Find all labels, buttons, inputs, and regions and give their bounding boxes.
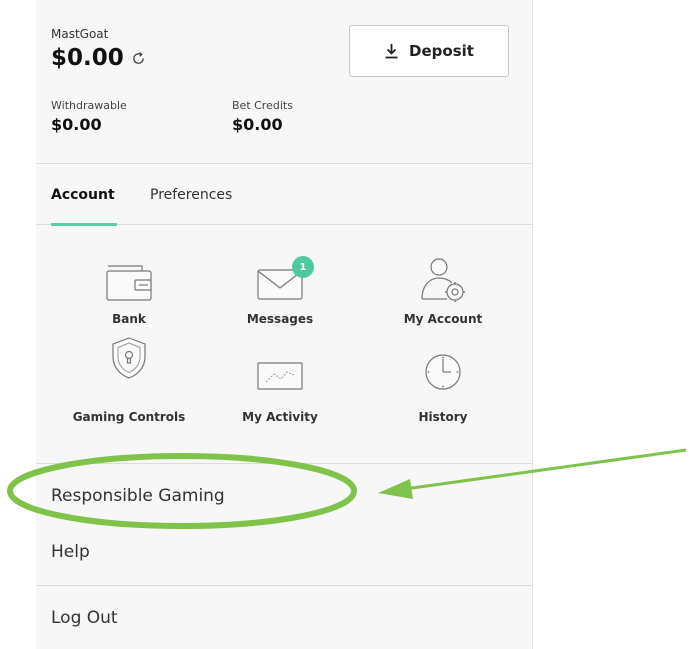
bet-credits-value: $0.00: [232, 115, 283, 134]
grid-item-label: Bank: [112, 312, 146, 326]
account-tabs: Account Preferences: [36, 165, 533, 226]
unread-badge: 1: [292, 256, 314, 278]
grid-item-history[interactable]: History: [368, 332, 518, 424]
screenshot-stage: MastGoat $0.00 Deposit Withdrawable $0.0…: [0, 0, 691, 649]
grid-item-label: History: [418, 410, 468, 424]
bet-credits-block: Bet Credits $0.00: [232, 99, 293, 134]
grid-item-label: Messages: [246, 312, 314, 326]
grid-item-label: My Account: [403, 312, 483, 326]
account-menu-panel: MastGoat $0.00 Deposit Withdrawable $0.0…: [36, 0, 533, 649]
wallet-icon: [104, 258, 154, 306]
grid-item-my-activity[interactable]: My Activity: [205, 332, 355, 424]
user-gear-icon: [417, 256, 469, 308]
menu-divider: [36, 585, 533, 586]
grid-item-label: My Activity: [242, 410, 318, 424]
menu-item-log-out[interactable]: Log Out: [36, 608, 533, 628]
download-icon: [384, 43, 399, 59]
deposit-button[interactable]: Deposit: [349, 25, 509, 77]
grid-item-gaming-controls[interactable]: Gaming Controls: [54, 332, 204, 424]
withdrawable-label: Withdrawable: [51, 99, 127, 112]
deposit-label: Deposit: [409, 42, 474, 60]
tab-account[interactable]: Account: [51, 187, 115, 203]
withdrawable-block: Withdrawable $0.00: [51, 99, 127, 134]
grid-item-label: Gaming Controls: [72, 410, 186, 424]
account-options-grid: Bank 1 Messages My Account Gaming Contro…: [36, 226, 533, 464]
username: MastGoat: [51, 27, 109, 41]
refresh-icon[interactable]: [131, 51, 146, 66]
bet-credits-label: Bet Credits: [232, 99, 293, 112]
balance-row: $0.00: [51, 45, 146, 71]
clock-icon: [421, 350, 465, 398]
menu-item-responsible-gaming[interactable]: Responsible Gaming: [36, 486, 533, 506]
grid-item-my-account[interactable]: My Account: [368, 254, 518, 344]
shield-lock-icon: [109, 335, 149, 385]
wallet-summary: MastGoat $0.00 Deposit Withdrawable $0.0…: [36, 0, 533, 164]
total-balance: $0.00: [51, 45, 124, 71]
tab-preferences[interactable]: Preferences: [150, 187, 232, 203]
grid-item-messages[interactable]: 1 Messages: [205, 254, 355, 344]
grid-item-bank[interactable]: Bank: [54, 254, 204, 344]
activity-chart-icon: [254, 359, 306, 397]
menu-item-help[interactable]: Help: [36, 542, 533, 562]
withdrawable-value: $0.00: [51, 115, 102, 134]
